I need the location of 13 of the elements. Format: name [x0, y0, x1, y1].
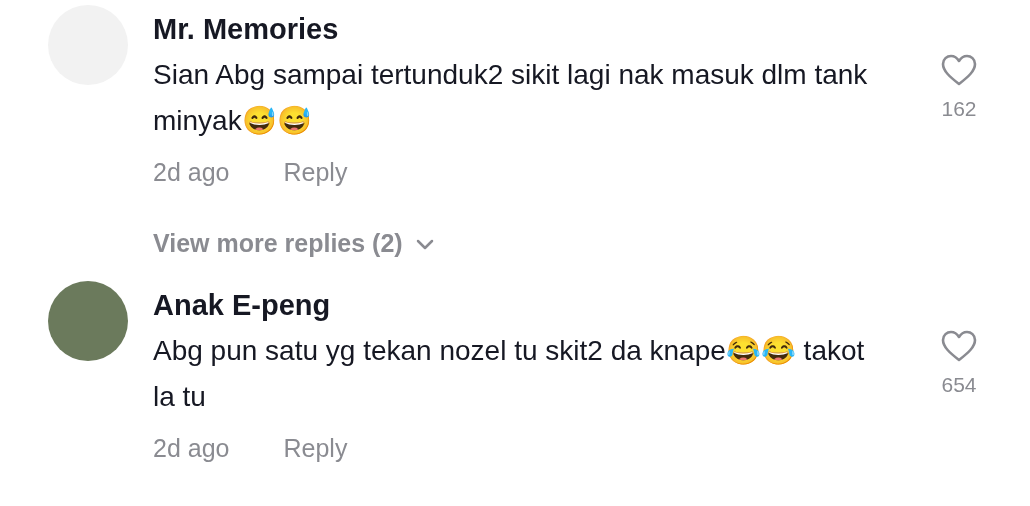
view-more-replies-button[interactable]: View more replies (2)	[153, 229, 435, 258]
like-count: 654	[941, 373, 977, 397]
reply-button[interactable]: Reply	[283, 158, 348, 187]
like-count: 162	[941, 97, 977, 121]
heart-icon[interactable]	[940, 53, 978, 87]
timestamp: 2d ago	[153, 158, 230, 187]
comment-text: Abg pun satu yg tekan nozel tu skit2 da knape😂😂 takot la tu	[153, 334, 866, 414]
reply-button[interactable]: Reply	[283, 434, 348, 463]
username[interactable]: Mr. Memories	[153, 13, 871, 46]
comment-text: Sian Abg sampai tertunduk2 sikit lagi nak masuk dlm tank minyak😅😅	[153, 58, 869, 138]
heart-icon[interactable]	[940, 329, 978, 363]
timestamp: 2d ago	[153, 434, 230, 463]
username[interactable]: Anak E-peng	[153, 289, 871, 322]
